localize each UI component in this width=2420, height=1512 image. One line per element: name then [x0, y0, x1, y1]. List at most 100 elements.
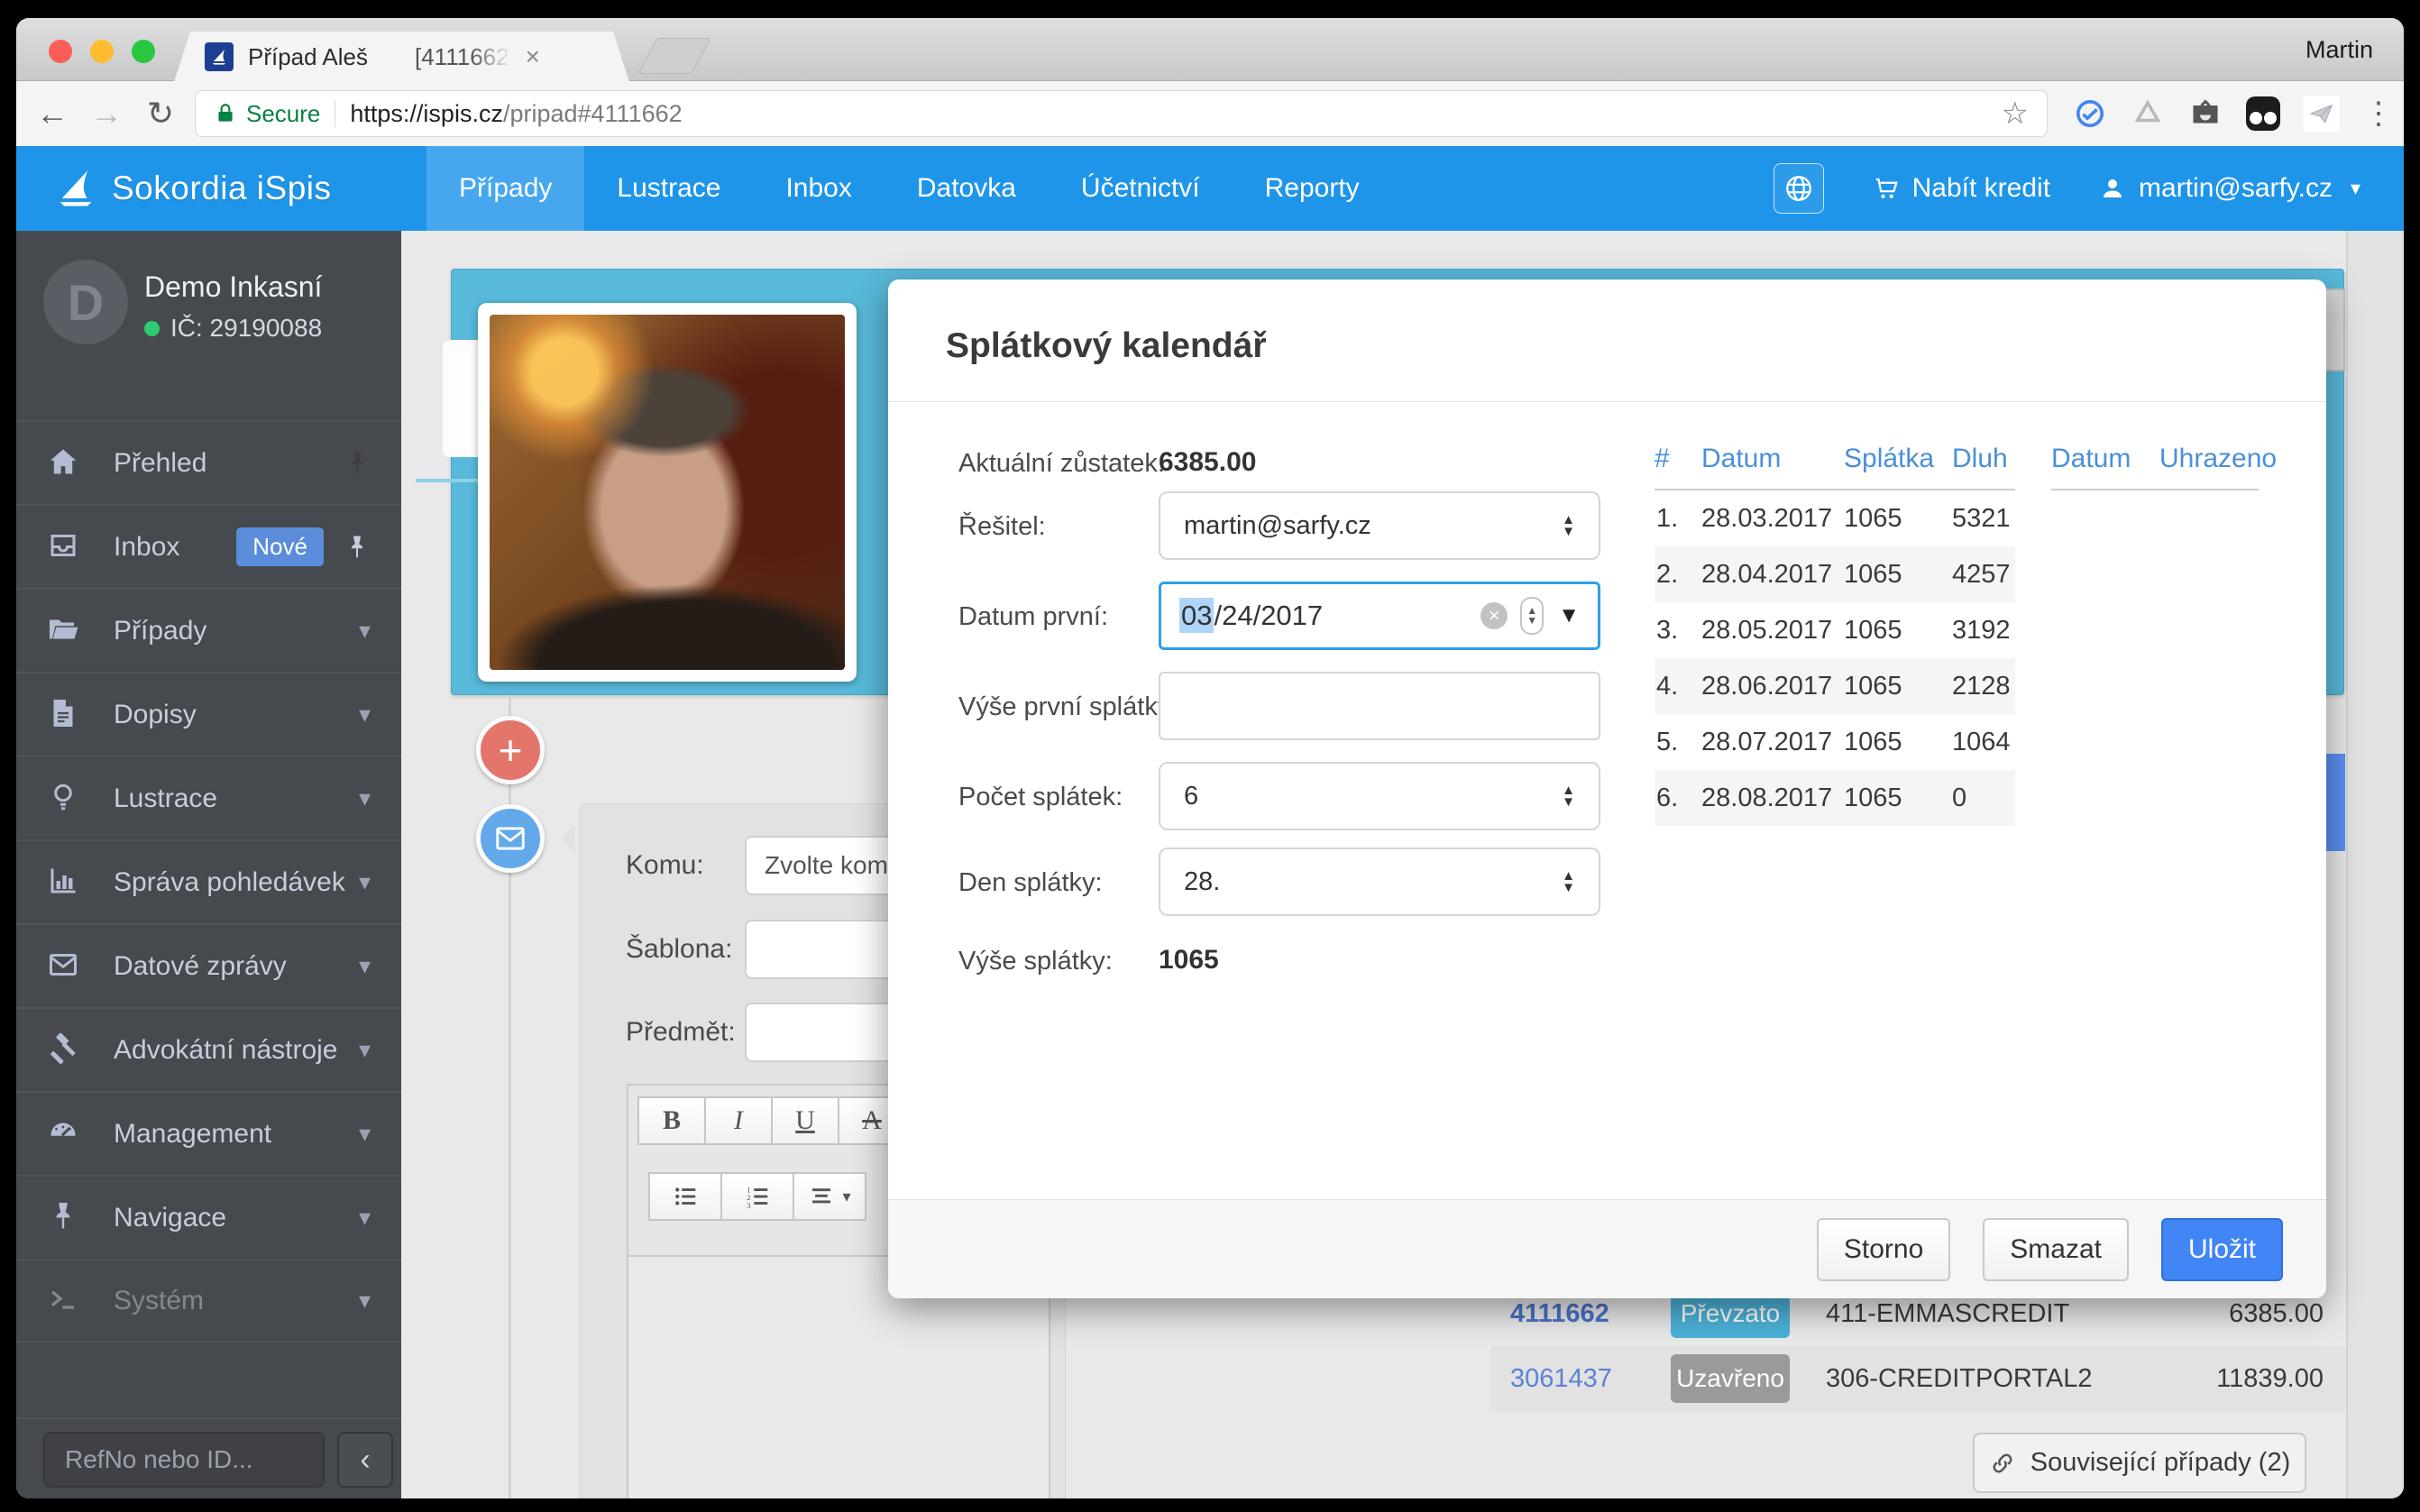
sidebar-item-advok-tn-n-stroje[interactable]: Advokátní nástroje▾ [16, 1007, 401, 1091]
sidebar-item-navigace[interactable]: Navigace▾ [16, 1175, 401, 1259]
chrome-profile-name[interactable]: Martin [2305, 36, 2373, 64]
sidebar-item-management[interactable]: Management▾ [16, 1091, 401, 1175]
case-id-link[interactable]: 3061437 [1490, 1364, 1671, 1394]
nav-item-datovka[interactable]: Datovka [885, 146, 1049, 231]
align-button[interactable]: ▾ [793, 1172, 866, 1221]
browser-tab[interactable]: Případ Aleš [4111662 × [174, 32, 629, 82]
language-globe-button[interactable] [1774, 163, 1824, 214]
sidebar-item-p-pady[interactable]: Případy▾ [16, 588, 401, 672]
forward-icon[interactable]: → [79, 95, 133, 133]
refno-search-input[interactable]: RefNo nebo ID... [43, 1432, 325, 1488]
email-event-button[interactable] [476, 804, 545, 873]
bold-button[interactable]: B [637, 1096, 706, 1145]
nav-item-lustrace[interactable]: Lustrace [584, 146, 753, 231]
pin-icon[interactable] [344, 450, 371, 477]
reload-icon[interactable]: ↻ [133, 95, 188, 133]
nav-item-účetnictví[interactable]: Účetnictví [1049, 146, 1233, 231]
chevron-down-icon: ▾ [359, 784, 371, 812]
select-spinner-icon: ▲▼ [1562, 784, 1575, 808]
payment-calendar-modal: Splátkový kalendář Aktuální zůstatek: 63… [888, 279, 2326, 1298]
delete-button[interactable]: Smazat [1983, 1218, 2129, 1281]
schedule-row: 3.28.05.201710653192 [1655, 602, 2015, 658]
nav-item-případy[interactable]: Případy [426, 146, 584, 231]
user-menu[interactable]: martin@sarfy.cz ▾ [2099, 173, 2360, 204]
modal-title: Splátkový kalendář [946, 326, 1267, 366]
drive-icon[interactable] [2131, 96, 2165, 131]
chevron-down-icon: ▾ [359, 701, 371, 729]
paper-plane-icon[interactable] [2304, 96, 2340, 132]
underline-button[interactable]: U [771, 1096, 839, 1145]
bulb-icon [47, 781, 83, 817]
related-cases-label: Související případy (2) [2030, 1448, 2291, 1478]
url-path: /pripad#4111662 [503, 100, 683, 128]
chevron-down-icon: ▾ [842, 1187, 850, 1206]
back-icon[interactable]: ← [25, 95, 79, 133]
gauge-icon [47, 1116, 83, 1152]
select-spinner-icon: ▲▼ [1562, 514, 1575, 537]
italic-button[interactable]: I [704, 1096, 773, 1145]
brand-name: Sokordia iSpis [112, 170, 332, 207]
sidebar-item-inbox[interactable]: InboxNové [16, 504, 401, 588]
bookmark-star-icon[interactable]: ☆ [2002, 96, 2029, 132]
credit-label: Nabít kredit [1912, 173, 2050, 204]
sidebar-item-datov-zpr-vy[interactable]: Datové zprávy▾ [16, 923, 401, 1007]
chevron-down-icon: ▾ [359, 868, 371, 896]
inbox-app-icon[interactable] [2188, 96, 2223, 131]
case-id-link[interactable]: 4111662 [1490, 1299, 1671, 1329]
select-spinner-icon: ▲▼ [1562, 870, 1575, 893]
zoom-window-button[interactable] [132, 40, 155, 63]
unordered-list-button[interactable] [648, 1172, 722, 1221]
sidebar-item-dopisy[interactable]: Dopisy▾ [16, 672, 401, 756]
tab-close-icon[interactable]: × [526, 42, 540, 71]
debtor-photo[interactable] [478, 303, 857, 682]
close-window-button[interactable] [49, 40, 72, 63]
related-case-row: 3061437Uzavřeno306-CREDITPORTAL211839.00 [1490, 1346, 2345, 1411]
save-button[interactable]: Uložit [2161, 1218, 2283, 1281]
count-select[interactable]: 6 ▲▼ [1159, 762, 1600, 830]
solver-select[interactable]: martin@sarfy.cz ▲▼ [1159, 491, 1600, 560]
first-date-input[interactable]: 03/24/2017 × ▲▼ ▼ [1159, 582, 1600, 650]
pin-icon[interactable] [344, 534, 371, 561]
sidebar-item-syst-m[interactable]: Systém▾ [16, 1259, 401, 1342]
svg-text:3: 3 [747, 1201, 751, 1210]
nav-item-reporty[interactable]: Reporty [1233, 146, 1392, 231]
template-label: Šablona: [626, 934, 732, 965]
first-amount-input[interactable] [1159, 672, 1600, 740]
minimize-window-button[interactable] [90, 40, 114, 63]
org-name: Demo Inkasní [144, 270, 322, 304]
credit-button[interactable]: Nabít kredit [1873, 173, 2050, 204]
ordered-list-button[interactable]: 123 [720, 1172, 794, 1221]
browser-menu-icon[interactable]: ⋮ [2363, 96, 2394, 132]
modal-footer: Storno Smazat Uložit [888, 1199, 2326, 1298]
home-icon [47, 445, 83, 481]
cancel-button[interactable]: Storno [1817, 1218, 1950, 1281]
sidebar-collapse-button[interactable]: ‹ [337, 1432, 393, 1488]
chevron-down-icon: ▾ [359, 952, 371, 980]
day-select[interactable]: 28. ▲▼ [1159, 848, 1600, 916]
org-profile: D Demo Inkasní IČ: 29190088 [16, 231, 401, 420]
new-tab-button[interactable] [637, 38, 710, 74]
address-bar[interactable]: Secure https://ispis.cz /pripad#4111662 … [195, 90, 2048, 137]
date-spinner-icon[interactable]: ▲▼ [1520, 597, 1544, 635]
nav-item-inbox[interactable]: Inbox [753, 146, 884, 231]
sidebar-item-spr-va-pohled-vek[interactable]: Správa pohledávek▾ [16, 839, 401, 923]
schedule-row: 6.28.08.201710650 [1655, 770, 2015, 826]
related-cases-button[interactable]: Související případy (2) [1973, 1433, 2306, 1493]
sidebar-item-p-ehled[interactable]: Přehled [16, 420, 401, 504]
solver-label: Řešitel: [958, 512, 1046, 542]
tab-title: Případ Aleš [248, 43, 368, 71]
schedule-row: 2.28.04.201710654257 [1655, 546, 2015, 602]
window-titlebar: Případ Aleš [4111662 × Martin [16, 18, 2404, 81]
pocket-icon[interactable] [2246, 96, 2280, 131]
sidebar-item-lustrace[interactable]: Lustrace▾ [16, 756, 401, 839]
add-event-button[interactable]: + [476, 716, 545, 784]
sail-favicon-icon [205, 42, 234, 71]
datepicker-dropdown-icon[interactable]: ▼ [1558, 603, 1580, 628]
clear-icon[interactable]: × [1480, 602, 1508, 629]
case-ref: 411-EMMASCREDIT [1826, 1299, 2192, 1329]
schedule-table: #DatumSplátkaDluh 1.28.03.2017106553212.… [1655, 444, 2015, 826]
case-ref: 306-CREDITPORTAL2 [1826, 1364, 2192, 1394]
extension-check-icon[interactable] [2073, 96, 2107, 131]
payments-col-header: Datum [2051, 444, 2159, 474]
app-brand[interactable]: Sokordia iSpis [16, 146, 401, 231]
